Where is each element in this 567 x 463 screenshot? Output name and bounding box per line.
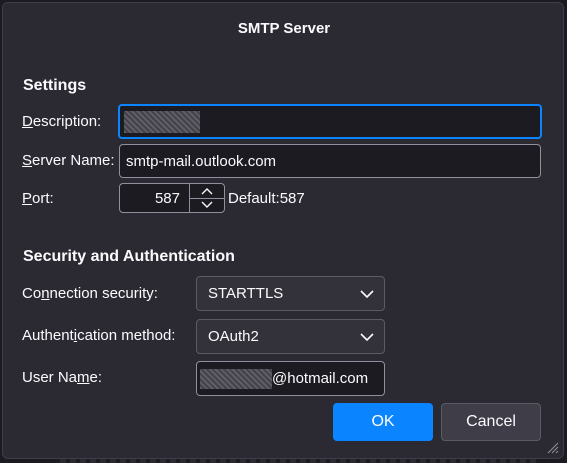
port-spinbox[interactable]: 587	[119, 183, 225, 213]
port-increment-button[interactable]	[190, 184, 224, 199]
port-default-text: Default:587	[228, 190, 305, 207]
description-label: Description:	[22, 113, 102, 130]
ok-button[interactable]: OK	[333, 403, 433, 441]
settings-heading: Settings	[23, 77, 87, 94]
redacted-username	[200, 368, 272, 389]
user-name-input[interactable]: @hotmail.com	[196, 361, 385, 396]
connection-security-select[interactable]: STARTTLS	[196, 276, 385, 311]
chevron-down-icon	[360, 289, 374, 298]
connection-security-value: STARTTLS	[208, 285, 284, 302]
port-value: 587	[154, 189, 180, 207]
auth-method-select[interactable]: OAuth2	[196, 319, 385, 354]
connection-security-label: Connection security:	[22, 285, 158, 302]
security-heading: Security and Authentication	[23, 248, 235, 265]
server-name-input[interactable]: smtp-mail.outlook.com	[119, 144, 541, 178]
port-decrement-button[interactable]	[190, 198, 224, 212]
chevron-up-icon	[201, 188, 213, 195]
dialog-title: SMTP Server	[237, 20, 331, 37]
chevron-down-icon	[201, 201, 213, 208]
description-input[interactable]	[118, 104, 542, 139]
server-name-label: Server Name:	[22, 152, 115, 169]
resize-grip-icon[interactable]	[545, 440, 559, 454]
redacted-description	[124, 110, 200, 133]
user-name-domain: @hotmail.com	[272, 370, 369, 387]
auth-method-value: OAuth2	[208, 328, 259, 345]
chevron-down-icon	[360, 332, 374, 341]
smtp-server-dialog: SMTP Server Settings Description: Server…	[2, 2, 564, 459]
port-spin-buttons	[189, 184, 224, 212]
user-name-label: User Name:	[22, 369, 103, 386]
cancel-button[interactable]: Cancel	[441, 403, 541, 441]
auth-method-label: Authentication method:	[22, 327, 176, 344]
port-label: Port:	[22, 190, 54, 207]
server-name-value: smtp-mail.outlook.com	[126, 152, 277, 170]
